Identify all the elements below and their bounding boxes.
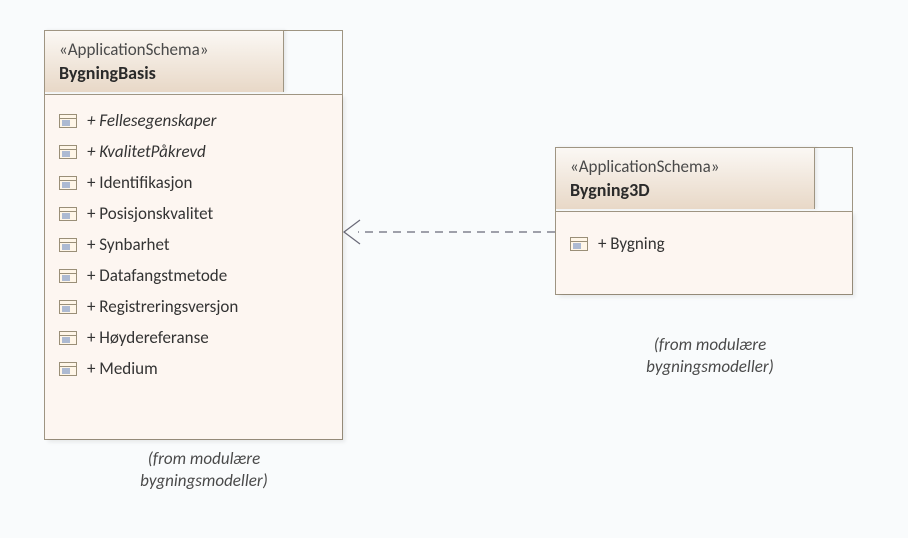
- stereotype-label: «ApplicationSchema»: [570, 156, 800, 177]
- datatype-icon: [59, 362, 77, 376]
- classifier-item: + Synbarhet: [45, 229, 342, 260]
- classifier-item: + Fellesegenskaper: [45, 105, 342, 136]
- classifier-item: + Datafangstmetode: [45, 260, 342, 291]
- package-caption-right: (from modulære bygningsmodeller): [610, 334, 810, 378]
- classifier-item: + Posisjonskvalitet: [45, 198, 342, 229]
- classifier-item: + Bygning: [556, 228, 852, 259]
- classifier-label: + Datafangstmetode: [87, 265, 227, 286]
- package-name: BygningBasis: [59, 62, 269, 84]
- package-tab: «ApplicationSchema» BygningBasis: [44, 30, 284, 92]
- classifier-item: + Høydereferanse: [45, 322, 342, 353]
- stereotype-label: «ApplicationSchema»: [59, 39, 269, 60]
- datatype-icon: [59, 114, 77, 128]
- package-tab: «ApplicationSchema» Bygning3D: [555, 147, 815, 209]
- classifier-label: + Høydereferanse: [87, 327, 209, 348]
- classifier-label: + KvalitetPåkrevd: [87, 141, 206, 162]
- package-bygningbasis: «ApplicationSchema» BygningBasis + Felle…: [44, 30, 343, 440]
- classifier-item: + Medium: [45, 353, 342, 384]
- datatype-icon: [59, 238, 77, 252]
- package-body: + Bygning: [556, 211, 852, 294]
- classifier-label: + Bygning: [598, 233, 665, 254]
- classifier-item: + Registreringsversjon: [45, 291, 342, 322]
- classifier-label: + Medium: [87, 358, 158, 379]
- datatype-icon: [59, 176, 77, 190]
- package-name: Bygning3D: [570, 179, 800, 201]
- datatype-icon: [59, 207, 77, 221]
- classifier-label: + Synbarhet: [87, 234, 170, 255]
- datatype-icon: [59, 269, 77, 283]
- package-bygning3d: «ApplicationSchema» Bygning3D + Bygning: [555, 147, 853, 295]
- datatype-icon: [59, 145, 77, 159]
- datatype-icon: [570, 237, 588, 251]
- package-body: + Fellesegenskaper + KvalitetPåkrevd + I…: [45, 94, 342, 439]
- datatype-icon: [59, 300, 77, 314]
- classifier-label: + Identifikasjon: [87, 172, 192, 193]
- package-caption-left: (from modulære bygningsmodeller): [104, 448, 304, 492]
- datatype-icon: [59, 331, 77, 345]
- classifier-label: + Registreringsversjon: [87, 296, 238, 317]
- classifier-item: + KvalitetPåkrevd: [45, 136, 342, 167]
- classifier-item: + Identifikasjon: [45, 167, 342, 198]
- classifier-label: + Posisjonskvalitet: [87, 203, 213, 224]
- classifier-label: + Fellesegenskaper: [87, 110, 216, 131]
